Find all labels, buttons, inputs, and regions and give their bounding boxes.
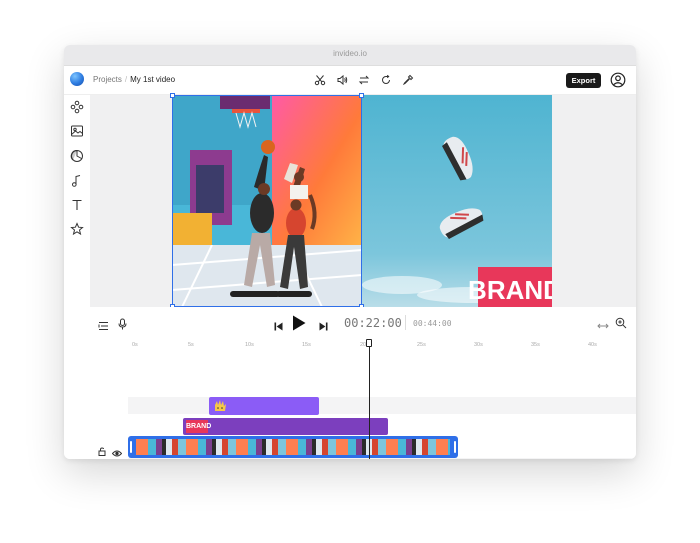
overlay-clip[interactable]: BRAND [183,418,388,435]
playhead-handle[interactable] [366,339,372,347]
ruler-tick: 5s [188,342,194,348]
track-lane [128,397,636,414]
microphone-icon[interactable] [118,317,127,335]
music-icon[interactable] [70,174,84,188]
text-icon[interactable] [70,198,84,212]
playback-controls: 00:22:00 00:44:00 [90,307,636,339]
timeline[interactable]: 0s 5s 10s 15s 20s 25s 30s 35s 40s BRAND [90,339,636,459]
main-video-clip[interactable] [128,436,458,458]
resize-handle-top-right[interactable] [359,93,364,98]
unlock-icon[interactable] [98,443,106,459]
export-button[interactable]: Export [566,73,601,88]
scissors-icon[interactable] [310,71,329,89]
project-name[interactable]: My 1st video [130,75,175,84]
fit-width-icon[interactable] [597,318,609,336]
profile-icon[interactable] [610,72,626,88]
volume-icon[interactable] [332,71,351,89]
ruler-tick: 10s [245,342,254,348]
ruler-tick: 0s [132,342,138,348]
visibility-eye-icon[interactable] [111,444,123,459]
ruler-tick: 40s [588,342,597,348]
brand-logo-text: BRAND [468,275,552,305]
ruler-tick: 25s [417,342,426,348]
browser-titlebar: invideo.io [64,45,636,66]
sticker-clip[interactable] [209,397,319,415]
swap-icon[interactable] [354,71,373,89]
video-thumbnails [136,439,450,455]
app-header: Projects / My 1st video Export [64,66,636,95]
overlay-clip-label: BRAND [186,420,211,433]
rotate-icon[interactable] [376,71,395,89]
eyedropper-icon[interactable] [398,71,417,89]
left-sidebar [64,95,90,459]
ruler-tick: 35s [531,342,540,348]
trim-handle-left[interactable] [130,441,132,453]
preview-canvas[interactable]: BRAND [90,93,636,309]
star-icon[interactable] [70,222,84,236]
breadcrumb-separator: / [124,75,128,84]
total-time: 00:44:00 [413,319,452,328]
sticker-icon[interactable] [70,149,84,163]
zoom-in-icon[interactable] [615,316,627,334]
time-divider [405,315,406,330]
invideo-logo-icon[interactable] [70,72,84,86]
current-time: 00:22:00 [344,316,402,330]
skip-back-icon[interactable] [274,318,283,336]
selection-box[interactable] [170,93,364,309]
shoes-scene-image[interactable]: BRAND [362,95,552,307]
browser-url: invideo.io [333,49,367,58]
track-lane [128,458,636,459]
skip-forward-icon[interactable] [319,318,328,336]
elements-icon[interactable] [70,100,84,114]
edit-toolbar [310,71,417,89]
tracks-icon[interactable] [98,318,109,336]
app-window: invideo.io Projects/My 1st video Expor [64,45,636,459]
breadcrumb: Projects / My 1st video [93,75,175,84]
ruler-tick: 30s [474,342,483,348]
ruler-tick: 15s [302,342,311,348]
media-icon[interactable] [70,124,84,138]
trim-handle-right[interactable] [454,441,456,453]
play-button[interactable] [292,315,306,336]
resize-handle-top-left[interactable] [170,93,175,98]
breadcrumb-projects-link[interactable]: Projects [93,75,122,84]
playhead[interactable] [369,341,370,459]
